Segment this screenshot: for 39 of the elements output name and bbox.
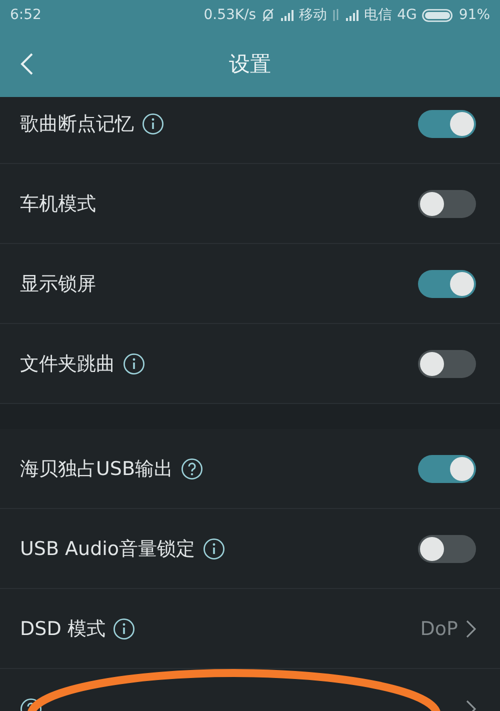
mute-bell-icon (261, 8, 276, 22)
toggle-row[interactable]: USB Audio音量锁定 (0, 509, 500, 589)
toggle-row[interactable]: 车机模式 (0, 164, 500, 244)
signal-icon (280, 9, 294, 21)
info-icon[interactable] (142, 112, 164, 134)
signal-icon (345, 9, 360, 21)
setting-label: 文件夹跳曲 (20, 352, 115, 376)
toggle-switch[interactable] (418, 454, 476, 482)
toggle-switch[interactable] (418, 534, 476, 562)
info-icon[interactable] (203, 538, 226, 560)
toggle-row[interactable]: 海贝独占USB输出 (0, 429, 500, 509)
setting-label: 显示锁屏 (20, 272, 96, 296)
setting-label: DSD 模式 (20, 616, 106, 642)
help-icon[interactable] (181, 458, 204, 480)
toggle-switch[interactable] (418, 110, 476, 138)
info-icon[interactable] (113, 618, 136, 640)
network-type: 4G (397, 7, 417, 23)
setting-value: DoP (420, 618, 458, 640)
toggle-switch[interactable] (418, 270, 476, 298)
toggle-switch[interactable] (418, 350, 476, 378)
carrier-name: 电信 (364, 6, 392, 24)
setting-row[interactable]: DSD 模式 DoP (0, 589, 500, 669)
data-arrows-icon (332, 9, 340, 21)
status-time: 6:52 (10, 7, 42, 23)
page-title: 设置 (229, 50, 271, 78)
back-icon (20, 52, 34, 76)
setting-label: 车机模式 (20, 192, 96, 216)
setting-label: 海贝独占USB输出 (20, 456, 174, 482)
toggle-row[interactable]: 显示锁屏 (0, 244, 500, 324)
toggle-row[interactable]: 歌曲断点记忆 (0, 97, 500, 164)
carrier-name: 移动 (299, 6, 328, 24)
chevron-icon (466, 620, 476, 638)
setting-label: 歌曲断点记忆 (20, 112, 134, 136)
battery-icon (422, 8, 454, 22)
battery-percent: 91% (458, 7, 490, 23)
setting-label: USB Audio音量锁定 (20, 536, 196, 562)
info-icon[interactable] (123, 352, 145, 374)
network-speed: 0.53K/s (204, 7, 256, 23)
toggle-switch[interactable] (418, 190, 476, 218)
